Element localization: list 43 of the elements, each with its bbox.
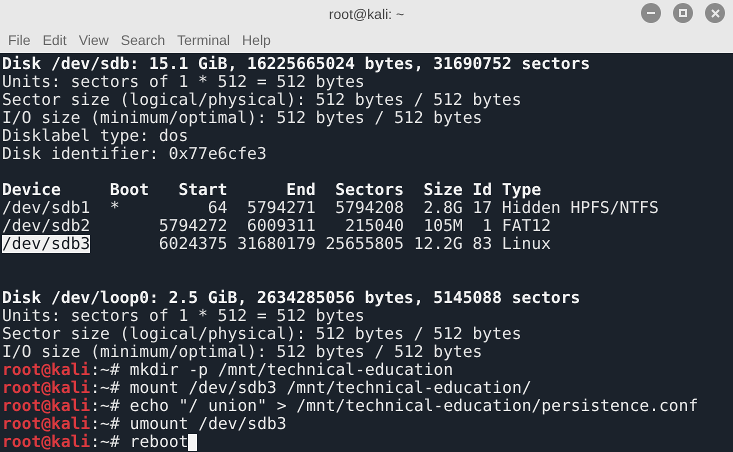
- command-text: mkdir -p /mnt/technical-education: [130, 361, 454, 379]
- terminal-line: Device Boot Start End Sectors Size Id Type: [2, 181, 542, 199]
- menu-item[interactable]: Edit: [38, 30, 72, 51]
- terminal-line: Sector size (logical/physical): 512 bytes / 512 bytes: [2, 325, 522, 343]
- terminal-line: I/O size (minimum/optimal): 512 bytes / 512 bytes: [2, 109, 482, 127]
- window-title: root@kali: ~: [328, 4, 404, 24]
- menu-item[interactable]: Search: [116, 30, 170, 51]
- command-text: mount /dev/sdb3 /mnt/technical-education/: [130, 379, 532, 397]
- terminal-line: Disk /dev/sdb: 15.1 GiB, 16225665024 bytes, 31690752 sectors: [2, 55, 590, 73]
- prompt-user: root@kali: [2, 379, 90, 397]
- prompt-user: root@kali: [2, 415, 90, 433]
- terminal-line: Units: sectors of 1 * 512 = 512 bytes: [2, 73, 365, 91]
- terminal-line: 6024375 31680179 25655805 12.2G 83 Linux: [158, 235, 551, 253]
- terminal-line: Disk /dev/loop0: 2.5 GiB, 2634285056 bytes, 5145088 sectors: [2, 289, 580, 307]
- minimize-icon: [647, 12, 655, 14]
- prompt-user: root@kali: [2, 397, 90, 415]
- close-icon: [710, 8, 720, 18]
- maximize-button[interactable]: [673, 3, 693, 23]
- prompt-user: root@kali: [2, 433, 90, 451]
- command-text: umount /dev/sdb3: [130, 415, 286, 433]
- prompt-user: root@kali: [2, 361, 90, 379]
- command-text: echo "/ union" > /mnt/technical-education/persistence.conf: [130, 397, 698, 415]
- close-button[interactable]: [705, 3, 725, 23]
- menu-item[interactable]: Help: [237, 30, 276, 51]
- menu-item[interactable]: Terminal: [172, 30, 236, 51]
- maximize-icon: [679, 9, 687, 17]
- terminal-line: Disklabel type: dos: [2, 127, 188, 145]
- prompt-path: :~#: [90, 415, 120, 433]
- selected-text: /dev/sdb3: [2, 235, 90, 253]
- terminal-line: /dev/sdb2 5794272 6009311 215040 105M 1 FAT12: [2, 217, 551, 235]
- menu-item[interactable]: View: [74, 30, 114, 51]
- prompt-path: :~#: [90, 397, 120, 415]
- prompt-path: :~#: [90, 361, 120, 379]
- prompt-path: :~#: [90, 433, 120, 451]
- terminal-line: Sector size (logical/physical): 512 bytes / 512 bytes: [2, 91, 522, 109]
- terminal-line: /dev/sdb1 * 64 5794271 5794208 2.8G 17 Hidden HPFS/NTFS: [2, 199, 659, 217]
- command-text: reboot: [130, 433, 188, 451]
- terminal-line: Disk identifier: 0x77e6cfe3: [2, 145, 267, 163]
- prompt-path: :~#: [90, 379, 120, 397]
- menu-item[interactable]: File: [3, 30, 36, 51]
- minimize-button[interactable]: [641, 3, 661, 23]
- terminal-line: I/O size (minimum/optimal): 512 bytes / 512 bytes: [2, 343, 482, 361]
- terminal-line: Units: sectors of 1 * 512 = 512 bytes: [2, 307, 365, 325]
